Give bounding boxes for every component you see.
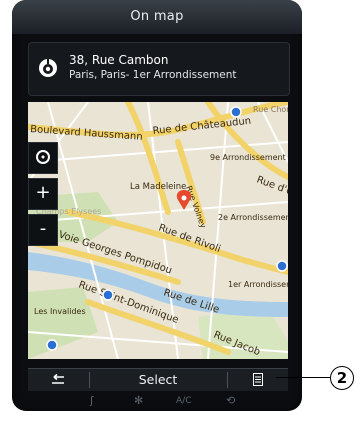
callout-line [276,377,332,378]
poi-icon [39,59,57,77]
map-label: Rue d'U [255,174,288,198]
poi-marker-icon[interactable] [102,289,114,301]
recenter-button[interactable] [28,142,58,174]
map-label: La Madeleine [130,182,186,192]
nav-screen: On map 38, Rue Cambon Paris, Paris- 1er … [12,0,302,411]
page-title: On map [130,9,184,24]
zoom-in-label: + [35,182,51,203]
map-label: 9e Arrondissement Paris [210,153,288,162]
poi-marker-icon[interactable] [276,260,288,272]
destination-pin-dot [181,195,187,201]
bottom-action-bar: Select [28,368,288,391]
select-button[interactable]: Select [90,369,226,391]
back-arrow-icon [52,373,64,384]
address-city: Paris, Paris- 1er Arrondissement [69,69,237,81]
map-canvas[interactable]: Boulevard Haussmann Rue de Châteaudun 9e… [28,102,288,359]
ac-icon[interactable]: A/C [176,396,191,406]
map-label: 2e Arrondissement Pa [218,213,288,222]
map-label: Rue Choron [253,105,288,114]
map-view[interactable]: Boulevard Haussmann Rue de Châteaudun 9e… [28,102,288,359]
address-card: 38, Rue Cambon Paris, Paris- 1er Arrondi… [28,42,290,96]
poi-marker-icon[interactable] [46,339,58,351]
zoom-out-label: - [39,218,47,239]
seat-heat-icon[interactable]: ʃ [90,394,94,407]
callout-number: 2 [330,366,354,390]
air-recirculation-icon[interactable]: ⟲ [226,394,235,407]
title-bar: On map [12,0,302,34]
crosshair-icon [36,150,50,164]
park-area [28,287,98,359]
zoom-in-button[interactable]: + [28,178,58,210]
back-button[interactable] [28,369,88,391]
poi-marker-icon[interactable] [230,106,242,118]
address-street: 38, Rue Cambon [69,53,169,67]
map-label: 1er Arrondissement [228,280,288,289]
fan-icon[interactable]: ✻ [134,394,143,407]
list-button[interactable] [228,369,288,391]
map-label: Boulevard Haussmann [30,124,143,143]
list-icon [253,373,263,386]
climate-bar: ʃ ✻ A/C ⟲ [12,392,302,411]
road-diagonal [125,102,171,215]
map-label: Les Invalides [34,307,86,316]
zoom-out-button[interactable]: - [28,214,58,246]
